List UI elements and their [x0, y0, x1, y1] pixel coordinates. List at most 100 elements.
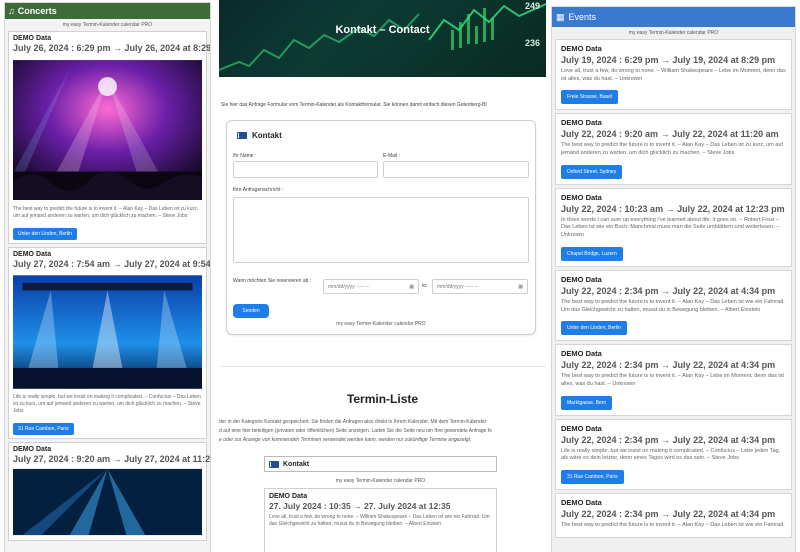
- event-description: The best way to predict the future is to…: [13, 206, 199, 219]
- to-label: to:: [422, 283, 428, 289]
- location-button[interactable]: 31 Rue Cambon, Paris: [13, 423, 74, 435]
- event-card[interactable]: DEMO Data July 27, 2024 : 7:54 am → July…: [8, 247, 210, 439]
- message-textarea[interactable]: [233, 197, 529, 263]
- page-title: Kontakt – Contact: [335, 24, 430, 36]
- message-label: Ihre Anfragenachricht :: [233, 187, 284, 193]
- event-date[interactable]: July 22, 2024 : 2:34 pm → July 22, 2024 …: [561, 435, 786, 445]
- event-description: Love all, trust a few, do wrong to none.…: [269, 514, 490, 527]
- form-footer: my easy Termin-Kalender calendar PRO: [336, 321, 426, 327]
- event-description: In three words I can sum up everything I…: [561, 216, 780, 239]
- kontakt-widget-title: Kontakt: [283, 460, 310, 468]
- event-date[interactable]: July 22, 2024 : 9:20 am → July 22, 2024 …: [561, 129, 786, 139]
- location-button[interactable]: Oxford Street, Sydney: [561, 164, 623, 179]
- event-label: DEMO Data: [13, 446, 52, 453]
- event-image: [13, 275, 202, 389]
- event-date[interactable]: July 22, 2024 : 2:34 pm → July 22, 2024 …: [561, 286, 786, 296]
- name-label: Ihr Name :: [233, 153, 257, 159]
- event-label: DEMO Data: [561, 118, 602, 128]
- event-image: [13, 468, 202, 536]
- event-description: The best way to predict the future is to…: [561, 298, 785, 313]
- event-card[interactable]: DEMO Data July 22, 2024 : 2:34 pm → July…: [555, 418, 792, 490]
- send-button[interactable]: Senden: [233, 304, 269, 318]
- event-card[interactable]: DEMO Data July 22, 2024 : 9:20 am → July…: [555, 113, 792, 185]
- event-date[interactable]: July 22, 2024 : 10:23 am → July 22, 2024…: [561, 204, 786, 214]
- event-label: DEMO Data: [13, 251, 52, 258]
- date-from-input[interactable]: mm/dd/yyyy --:-- -- ▦: [323, 279, 419, 294]
- date-to-input[interactable]: mm/dd/yyyy --:-- -- ▦: [432, 279, 528, 294]
- event-card[interactable]: DEMO Data July 22, 2024 : 10:23 am → Jul…: [555, 187, 792, 267]
- date-placeholder: mm/dd/yyyy --:-- --: [328, 283, 369, 290]
- stock-chart-graphic: [219, 3, 546, 71]
- termin-text-line: e oder zur Anzeige von kommenden Termine…: [219, 437, 472, 443]
- location-button[interactable]: Freie Strasse, Basel: [561, 90, 619, 105]
- event-card[interactable]: DEMO Data July 27, 2024 : 9:20 am → July…: [8, 442, 210, 541]
- widget-subtitle: my easy Termin-Kalender calendar PRO: [628, 30, 719, 36]
- events-title: Events: [568, 12, 597, 22]
- concerts-widget: ♫ Concerts my easy Termin-Kalender calen…: [4, 2, 211, 552]
- chart-value: 249: [524, 1, 540, 11]
- event-description: The best way to predict the future is to…: [561, 521, 785, 528]
- concerts-header: ♫ Concerts: [5, 3, 210, 19]
- calendar-icon: ▦: [409, 283, 414, 290]
- concerts-title: Concerts: [17, 6, 57, 16]
- event-label: DEMO Data: [269, 493, 308, 500]
- event-label: DEMO Data: [561, 192, 602, 202]
- mail-icon: [269, 460, 279, 468]
- event-date[interactable]: July 27, 2024 : 7:54 am → July 27, 2024 …: [13, 259, 210, 269]
- form-title: Kontakt: [252, 131, 282, 140]
- location-button[interactable]: Unter den Linden, Berlin: [13, 228, 77, 240]
- event-description: The best way to predict the future is to…: [561, 142, 783, 157]
- termin-text-line: d auf eine hier beteiligen (privaten ode…: [219, 428, 492, 434]
- email-input[interactable]: [383, 161, 529, 178]
- mail-icon: [237, 132, 247, 139]
- event-label: DEMO Data: [561, 44, 602, 53]
- music-note-icon: ♫: [8, 6, 15, 16]
- intro-text: Sie hier das Anfrage Formular vom Termin…: [221, 102, 487, 108]
- hero-banner: 249 236 Kontakt – Contact: [219, 0, 546, 77]
- calendar-icon: ▦: [518, 283, 523, 290]
- email-label: E-Mail :: [383, 153, 400, 159]
- event-card[interactable]: DEMO Data July 22, 2024 : 2:34 pm → July…: [555, 492, 792, 538]
- event-label: DEMO Data: [561, 423, 602, 433]
- event-card[interactable]: DEMO Data 27. July 2024 : 10:35 → 27. Ju…: [264, 488, 497, 552]
- event-card[interactable]: DEMO Data July 19, 2024 : 6:29 pm → July…: [555, 39, 792, 111]
- widget-subtitle: my easy Termin-Kalender calendar PRO: [335, 478, 426, 484]
- main-content: 249 236 Kontakt – Contact Sie hier das A…: [219, 0, 546, 552]
- event-card[interactable]: DEMO Data July 22, 2024 : 2:34 pm → July…: [555, 269, 792, 342]
- event-date[interactable]: July 27, 2024 : 9:20 am → July 27, 2024 …: [13, 454, 210, 464]
- kontakt-widget-header: Kontakt: [264, 456, 497, 472]
- event-label: DEMO Data: [13, 35, 52, 42]
- event-label: DEMO Data: [561, 497, 602, 507]
- event-label: DEMO Data: [561, 274, 602, 284]
- page: ♫ Concerts my easy Termin-Kalender calen…: [0, 0, 800, 552]
- event-date[interactable]: 27. July 2024 : 10:35 → 27. July 2024 at…: [269, 501, 492, 511]
- location-button[interactable]: 31 Rue Cambon, Paris: [561, 469, 624, 484]
- chart-value: 236: [524, 38, 540, 48]
- date-placeholder: mm/dd/yyyy --:-- --: [437, 283, 478, 290]
- widget-subtitle: my easy Termin-Kalender calendar PRO: [62, 22, 153, 28]
- event-description: The best way to predict the future is to…: [561, 373, 784, 387]
- event-date[interactable]: July 26, 2024 : 6:29 pm → July 26, 2024 …: [13, 43, 210, 53]
- termin-text-line: der in der Kategorie Kontakt gespeichert…: [219, 419, 487, 425]
- event-description: Life is really simple, but we insist on …: [561, 447, 781, 462]
- event-date[interactable]: July 22, 2024 : 2:34 pm → July 22, 2024 …: [561, 509, 786, 519]
- events-widget: ▦ Events my easy Termin-Kalender calenda…: [551, 6, 796, 552]
- event-card[interactable]: DEMO Data July 26, 2024 : 6:29 pm → July…: [8, 31, 210, 244]
- name-input[interactable]: [233, 161, 378, 178]
- contact-form: Kontakt Ihr Name : E-Mail : Ihre Anfrage…: [226, 120, 536, 335]
- form-header: Kontakt: [237, 131, 282, 140]
- event-card[interactable]: DEMO Data July 22, 2024 : 2:34 pm → July…: [555, 344, 792, 416]
- event-date[interactable]: July 22, 2024 : 2:34 pm → July 22, 2024 …: [561, 360, 786, 370]
- location-button[interactable]: Chapel Bridge, Luzern: [561, 246, 623, 261]
- events-header: ▦ Events: [552, 7, 795, 27]
- event-label: DEMO Data: [561, 349, 602, 359]
- termin-description: der in der Kategorie Kontakt gespeichert…: [219, 418, 546, 445]
- event-description: Life is really simple, but we insist on …: [13, 394, 201, 414]
- reserve-from-label: Wann möchten Sie reservieren ab :: [233, 278, 312, 284]
- event-description: Love all, trust a few, do wrong to none.…: [561, 68, 786, 82]
- event-date[interactable]: July 19, 2024 : 6:29 pm → July 19, 2024 …: [561, 55, 786, 65]
- location-button[interactable]: Unter den Linden, Berlin: [561, 321, 627, 336]
- location-button[interactable]: Marktgasse, Bern: [561, 395, 613, 410]
- event-image: [13, 60, 202, 200]
- calendar-icon: ▦: [556, 11, 565, 22]
